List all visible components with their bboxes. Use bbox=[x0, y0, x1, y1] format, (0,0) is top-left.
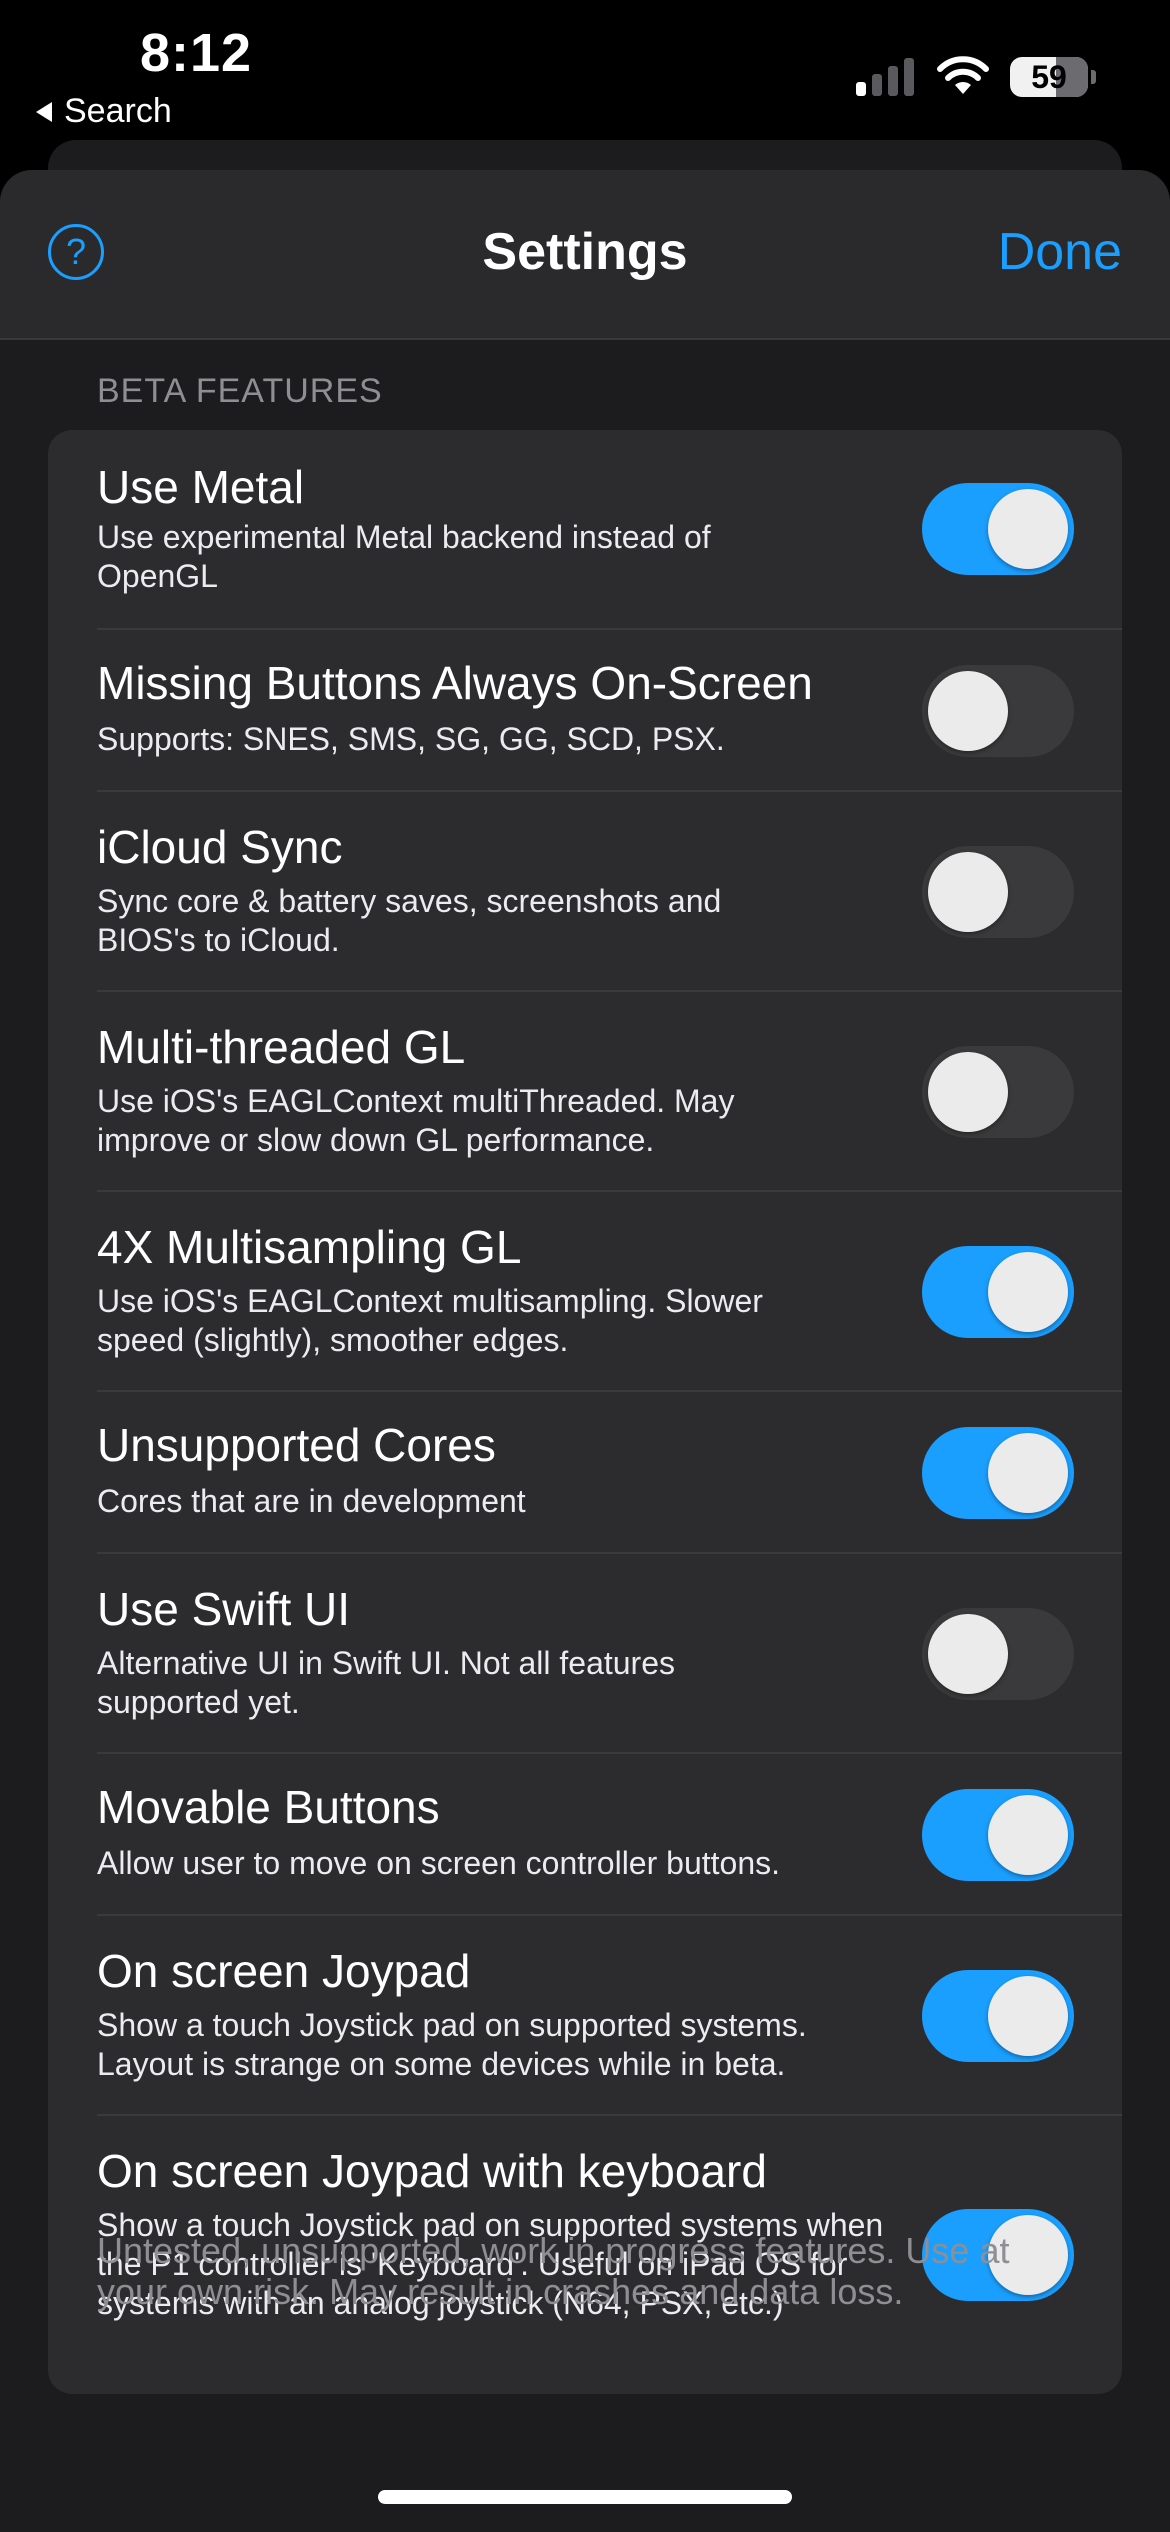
battery-cap bbox=[1091, 70, 1096, 84]
setting-title: 4X Multisampling GL bbox=[97, 1221, 522, 1273]
setting-row-4x-multisampling: 4X Multisampling GL Use iOS's EAGLContex… bbox=[48, 1192, 1122, 1392]
toggle-unsupported-cores[interactable] bbox=[922, 1427, 1074, 1519]
setting-row-on-screen-joypad: On screen Joypad Show a touch Joystick p… bbox=[48, 1916, 1122, 2116]
setting-subtitle: Allow user to move on screen controller … bbox=[97, 1845, 780, 1881]
toggle-missing-buttons[interactable] bbox=[922, 665, 1074, 757]
setting-row-movable-buttons: Movable Buttons Allow user to move on sc… bbox=[48, 1754, 1122, 1916]
cellular-signal-icon bbox=[856, 58, 914, 96]
setting-row-use-metal: Use Metal Use experimental Metal backend… bbox=[48, 430, 1122, 630]
setting-title: Multi-threaded GL bbox=[97, 1021, 466, 1073]
settings-sheet: ? Settings Done BETA FEATURES Use Metal … bbox=[0, 170, 1170, 2532]
section-header: BETA FEATURES bbox=[97, 372, 383, 410]
toggle-4x-multisampling[interactable] bbox=[922, 1246, 1074, 1338]
setting-subtitle: Use experimental Metal backend instead o… bbox=[97, 519, 711, 594]
setting-row-unsupported-cores: Unsupported Cores Cores that are in deve… bbox=[48, 1392, 1122, 1554]
back-triangle-icon bbox=[36, 101, 52, 122]
status-time: 8:12 bbox=[140, 23, 253, 83]
home-indicator[interactable] bbox=[378, 2490, 792, 2504]
setting-subtitle: Show a touch Joystick pad on supported s… bbox=[97, 2007, 807, 2082]
done-button[interactable]: Done bbox=[998, 222, 1122, 282]
toggle-movable-buttons[interactable] bbox=[922, 1789, 1074, 1881]
navigation-bar: ? Settings Done bbox=[0, 170, 1170, 340]
setting-subtitle: Use iOS's EAGLContext multiThreaded. May… bbox=[97, 1083, 735, 1158]
setting-title: Unsupported Cores bbox=[97, 1419, 496, 1471]
setting-row-icloud-sync: iCloud Sync Sync core & battery saves, s… bbox=[48, 792, 1122, 992]
setting-row-multithreaded-gl: Multi-threaded GL Use iOS's EAGLContext … bbox=[48, 992, 1122, 1192]
setting-row-use-swift-ui: Use Swift UI Alternative UI in Swift UI.… bbox=[48, 1554, 1122, 1754]
setting-subtitle: Alternative UI in Swift UI. Not all feat… bbox=[97, 1645, 675, 1720]
section-footer: Untested, unsupported, work in progress … bbox=[97, 2230, 1010, 2312]
settings-group: Use Metal Use experimental Metal backend… bbox=[48, 430, 1122, 2394]
back-to-app-button[interactable]: Search bbox=[36, 92, 172, 131]
setting-subtitle: Sync core & battery saves, screenshots a… bbox=[97, 883, 722, 958]
setting-title: Missing Buttons Always On-Screen bbox=[97, 657, 813, 709]
toggle-multithreaded-gl[interactable] bbox=[922, 1046, 1074, 1138]
setting-title: Movable Buttons bbox=[97, 1781, 440, 1833]
toggle-icloud-sync[interactable] bbox=[922, 846, 1074, 938]
setting-title: On screen Joypad with keyboard bbox=[97, 2145, 767, 2197]
setting-title: iCloud Sync bbox=[97, 821, 343, 873]
wifi-icon bbox=[937, 56, 989, 94]
toggle-use-swift-ui[interactable] bbox=[922, 1608, 1074, 1700]
back-to-app-label: Search bbox=[64, 92, 172, 130]
page-title: Settings bbox=[482, 223, 688, 281]
setting-title: Use Metal bbox=[97, 461, 305, 513]
setting-subtitle: Supports: SNES, SMS, SG, GG, SCD, PSX. bbox=[97, 721, 725, 757]
setting-subtitle: Use iOS's EAGLContext multisampling. Slo… bbox=[97, 1283, 763, 1358]
setting-title: Use Swift UI bbox=[97, 1583, 351, 1635]
setting-subtitle: Cores that are in development bbox=[97, 1483, 526, 1519]
setting-title: On screen Joypad bbox=[97, 1945, 471, 1997]
toggle-use-metal[interactable] bbox=[922, 483, 1074, 575]
toggle-on-screen-joypad[interactable] bbox=[922, 1970, 1074, 2062]
setting-row-missing-buttons: Missing Buttons Always On-Screen Support… bbox=[48, 630, 1122, 792]
battery-percent: 59 bbox=[1031, 59, 1067, 95]
battery-icon: 59 bbox=[1010, 57, 1088, 97]
